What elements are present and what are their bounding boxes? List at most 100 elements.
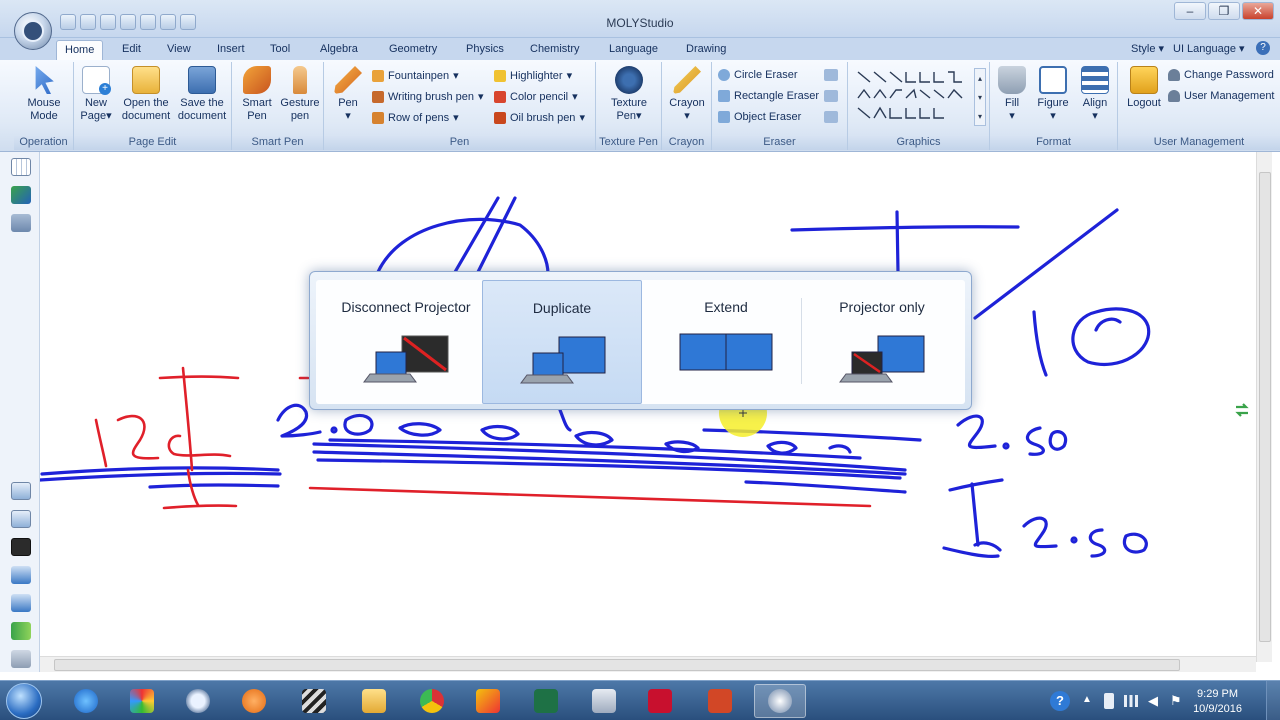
color-pencil-button[interactable]: Color pencil ▾ [494,90,578,103]
align-button[interactable]: Align ▾ [1074,66,1116,123]
horizontal-scroll-thumb[interactable] [54,659,1180,671]
minimize-button[interactable]: – [1174,2,1206,20]
eraser-all-icon[interactable] [824,111,838,123]
figure-button[interactable]: Figure ▾ [1032,66,1074,123]
help-icon[interactable]: ? [1256,41,1270,55]
previous-page-icon[interactable] [11,482,31,500]
tab-algebra[interactable]: Algebra [312,40,366,60]
extend-option[interactable]: Extend [646,280,806,404]
taskbar-acrobat[interactable] [634,684,686,718]
tab-insert[interactable]: Insert [209,40,253,60]
tab-geometry[interactable]: Geometry [381,40,445,60]
tab-drawing[interactable]: Drawing [678,40,734,60]
row-of-pens-button[interactable]: Row of pens ▾ [372,111,459,124]
tab-view[interactable]: View [159,40,199,60]
app-menu-button[interactable] [14,12,52,50]
group-label-user-management: User Management [1118,136,1280,150]
group-operation: Mouse Mode Operation [14,62,74,150]
tab-edit[interactable]: Edit [114,40,149,60]
align-icon [1081,66,1109,94]
screen-icon[interactable] [11,214,31,232]
mouse-mode-button[interactable]: Mouse Mode [16,66,72,123]
tab-physics[interactable]: Physics [458,40,512,60]
close-button[interactable]: ✕ [1242,2,1274,20]
network-icon[interactable] [1124,695,1138,707]
taskbar-excel[interactable] [520,684,572,718]
horizontal-scrollbar[interactable] [40,656,1256,672]
collapse-icon[interactable] [11,650,31,668]
disconnect-projector-option[interactable]: Disconnect Projector [326,280,486,404]
logout-button[interactable]: Logout [1122,66,1166,110]
fullscreen-icon[interactable] [11,594,31,612]
projector-options: Disconnect Projector Duplicate Extend Pr… [316,280,965,404]
open-document-button[interactable]: Open the document [118,66,174,123]
oil-brush-pen-button[interactable]: Oil brush pen ▾ [494,111,585,124]
help-tray-icon[interactable]: ? [1050,691,1070,711]
volume-icon[interactable]: ◀ [1148,693,1158,709]
ui-language-menu[interactable]: UI Language ▾ [1173,42,1245,55]
next-page-icon[interactable] [11,510,31,528]
fountainpen-button[interactable]: Fountainpen ▾ [372,69,459,82]
gallery-scroll[interactable]: ▴ ▾ ▾ [974,68,986,126]
texture-pen-button[interactable]: Texture Pen▾ [600,66,658,123]
fountainpen-label: Fountainpen [388,69,450,82]
taskbar-calculator[interactable] [578,684,630,718]
start-button[interactable] [6,683,42,719]
tab-tool[interactable]: Tool [262,40,298,60]
battery-icon[interactable] [1104,693,1114,709]
change-password-button[interactable]: Change Password [1168,69,1274,81]
taskbar-powerpoint[interactable] [694,684,746,718]
style-menu[interactable]: Style ▾ [1131,42,1164,55]
taskbar-explorer[interactable] [348,684,400,718]
resources-icon[interactable] [11,186,31,204]
taskbar-molystudio[interactable] [754,684,806,718]
vertical-scrollbar[interactable] [1256,152,1272,662]
show-desktop-button[interactable] [1266,681,1280,720]
taskbar-app-8[interactable] [462,684,514,718]
eraser-undo-icon[interactable] [824,90,838,102]
thumbnails-icon[interactable] [11,158,31,176]
swap-side-icon[interactable] [11,622,31,640]
maximize-button[interactable]: ❐ [1208,2,1240,20]
taskbar-app-3[interactable] [172,684,224,718]
group-label-texture-pen: Texture Pen [596,136,661,150]
duplicate-option[interactable]: Duplicate [482,280,642,404]
blackboard-icon[interactable] [11,538,31,556]
save-document-button[interactable]: Save the document [174,66,230,123]
taskbar-internet-explorer[interactable] [60,684,112,718]
new-page-button[interactable]: + New Page▾ [76,66,116,123]
taskbar-app-2[interactable] [116,684,168,718]
smart-pen-button[interactable]: Smart Pen [236,66,278,123]
taskbar-media-player[interactable] [228,684,280,718]
change-password-label: Change Password [1184,69,1274,81]
highlighter-button[interactable]: Highlighter ▾ [494,69,572,82]
taskbar-chrome[interactable] [406,684,458,718]
object-eraser-button[interactable]: Object Eraser [718,111,801,123]
new-page-icon: + [82,66,111,95]
user-management-button[interactable]: User Management [1168,90,1275,102]
writing-brush-pen-button[interactable]: Writing brush pen ▾ [372,90,484,103]
circle-eraser-button[interactable]: Circle Eraser [718,69,798,81]
rectangle-eraser-button[interactable]: Rectangle Eraser [718,90,819,102]
gesture-pen-button[interactable]: Gesture pen [278,66,322,123]
system-clock[interactable]: 9:29 PM 10/9/2016 [1193,687,1242,717]
crayon-button[interactable]: Crayon ▾ [666,66,708,123]
fill-button[interactable]: Fill ▾ [992,66,1032,123]
tab-language[interactable]: Language [601,40,666,60]
taskbar-video-app[interactable] [288,684,340,718]
extend-label: Extend [704,299,748,315]
disconnect-projector-icon [363,335,449,383]
show-hidden-icons-button[interactable]: ▲ [1082,694,1092,705]
window-mode-icon[interactable] [11,566,31,584]
shapes-gallery[interactable] [854,68,978,128]
projector-only-option[interactable]: Projector only [802,280,962,404]
tab-chemistry[interactable]: Chemistry [522,40,588,60]
action-center-flag-icon[interactable]: ⚑ [1170,693,1182,709]
align-label: Align [1082,97,1108,109]
vertical-scroll-thumb[interactable] [1259,172,1271,642]
tab-home[interactable]: Home [56,40,104,60]
eraser-clear-icon[interactable] [824,69,838,81]
swap-toolbar-icon[interactable] [1234,402,1250,418]
pen-button[interactable]: Pen ▾ [328,66,368,123]
circle-eraser-icon [718,69,730,81]
